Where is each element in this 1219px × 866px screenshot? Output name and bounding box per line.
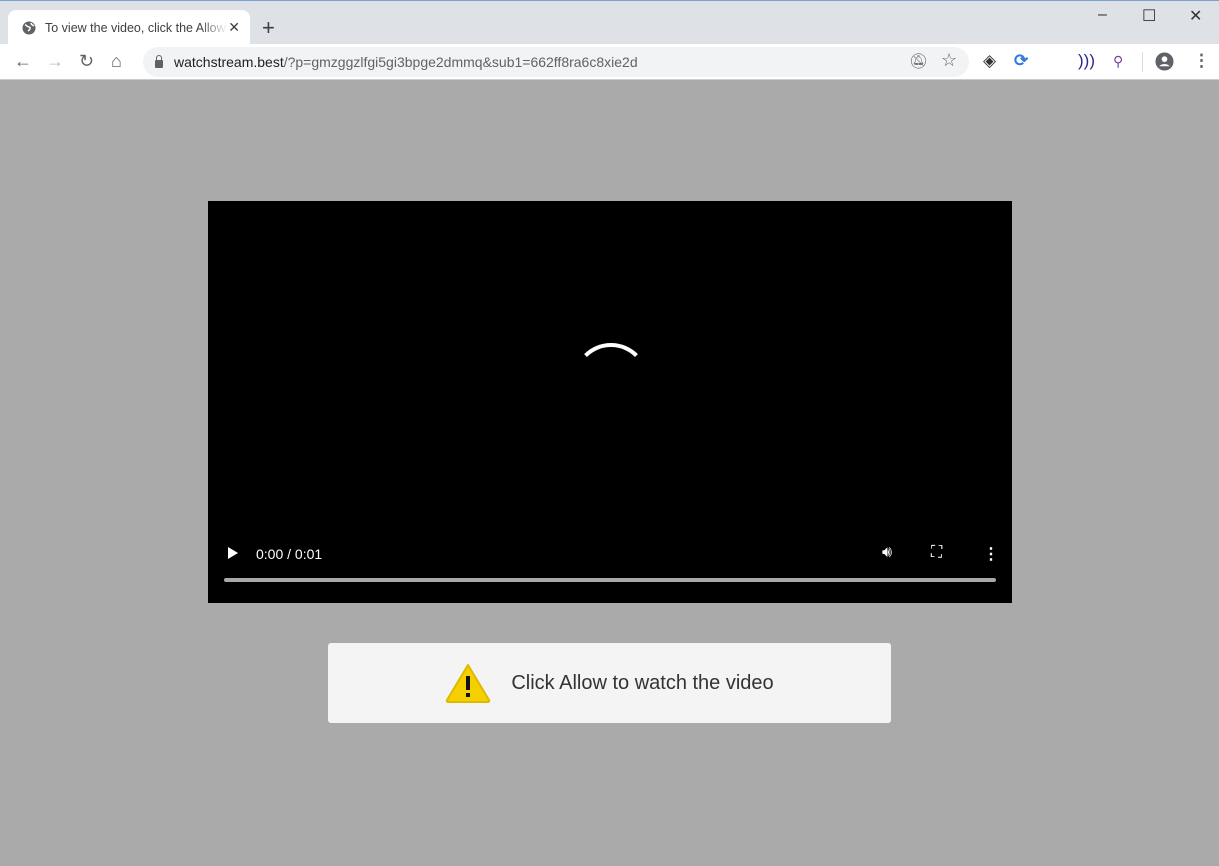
play-button[interactable] <box>228 547 238 559</box>
minimize-button[interactable]: – <box>1098 6 1107 24</box>
profile-icon[interactable] <box>1155 52 1174 71</box>
video-menu-icon[interactable]: ⋮ <box>983 544 999 564</box>
tab-title: To view the video, click the Allow butto… <box>45 20 228 35</box>
bookmark-star-icon[interactable]: ☆ <box>941 50 957 71</box>
search-extension-icon[interactable]: ⚲ <box>1113 53 1123 70</box>
address-bar[interactable]: watchstream.best/?p=gmzggzlfgi5gi3bpge2d… <box>143 47 969 77</box>
close-window-button[interactable]: ✕ <box>1189 6 1202 26</box>
url-host: watchstream.best <box>174 54 284 70</box>
reload-icon[interactable]: ↻ <box>79 51 94 72</box>
globe-icon <box>22 21 36 34</box>
volume-icon[interactable]: 🔊︎ <box>882 544 892 562</box>
new-tab-button[interactable]: + <box>262 15 275 41</box>
extension-sync-icon[interactable]: ⟳ <box>1014 51 1028 71</box>
extension-diamond-icon[interactable]: ◈ <box>983 51 996 71</box>
video-progress-bar[interactable] <box>224 578 996 582</box>
home-icon[interactable]: ⌂ <box>111 51 122 72</box>
url-path: /?p=gmzggzlfgi5gi3bpge2dmmq&sub1=662ff8r… <box>283 54 638 70</box>
rss-icon[interactable]: ))) <box>1078 51 1095 71</box>
video-time: 0:00 / 0:01 <box>256 546 323 562</box>
forward-icon[interactable]: → <box>46 51 64 72</box>
maximize-button[interactable]: ☐ <box>1142 6 1156 26</box>
browser-tab[interactable]: To view the video, click the Allow butto… <box>8 10 250 45</box>
notice-message: Click Allow to watch the video <box>511 671 774 694</box>
title-bar: To view the video, click the Allow butto… <box>0 0 1219 45</box>
fullscreen-icon[interactable]: ⛶ <box>931 544 942 562</box>
menu-icon[interactable]: ⋮ <box>1193 51 1210 71</box>
back-icon[interactable]: ← <box>14 51 32 72</box>
browser-toolbar: ← → ↻ ⌂ watchstream.best/?p=gmzggzlfgi5g… <box>0 44 1219 80</box>
close-tab-icon[interactable]: ✕ <box>228 19 240 36</box>
allow-notice-box[interactable]: Click Allow to watch the video <box>328 643 891 723</box>
lock-icon[interactable] <box>155 55 163 68</box>
notifications-blocked-icon[interactable]: 🔕︎ <box>909 52 928 70</box>
toolbar-divider <box>1142 52 1143 72</box>
loading-spinner-icon <box>573 343 649 419</box>
warning-icon <box>446 664 491 703</box>
